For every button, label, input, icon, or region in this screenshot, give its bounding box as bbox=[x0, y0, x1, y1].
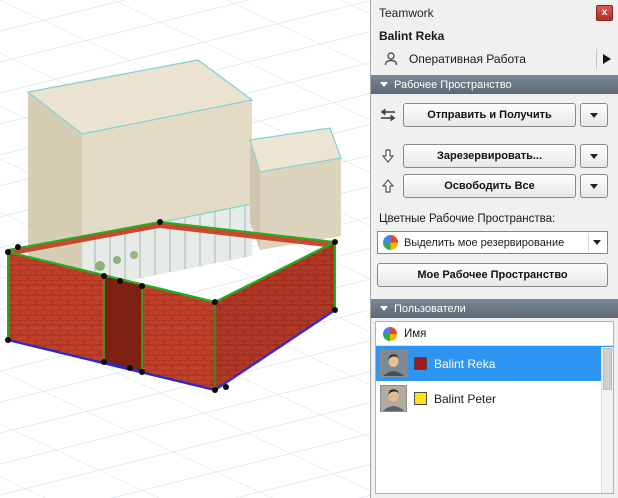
colored-workspaces-label: Цветные Рабочие Пространства: bbox=[379, 213, 556, 225]
send-receive-row: Отправить и Получить bbox=[371, 103, 618, 127]
highlight-reservation-select[interactable]: Выделить мое резервирование bbox=[377, 231, 608, 254]
person-icon bbox=[380, 49, 402, 69]
arrow-up-icon bbox=[377, 176, 399, 196]
users-scrollbar[interactable] bbox=[601, 347, 613, 493]
work-mode-label: Оперативная Работа bbox=[409, 52, 526, 66]
work-mode-row: Оперативная Работа bbox=[371, 45, 618, 75]
user-avatar bbox=[380, 350, 407, 377]
user-row-balint-reka[interactable]: Balint Reka bbox=[376, 346, 613, 381]
send-receive-dropdown[interactable] bbox=[580, 103, 608, 127]
user-color-chip bbox=[414, 392, 427, 405]
user-row-balint-peter[interactable]: Balint Peter bbox=[376, 381, 613, 416]
release-all-button[interactable]: Освободить Все bbox=[403, 174, 576, 198]
current-user-name: Balint Reka bbox=[379, 29, 445, 43]
highlight-reservation-value: Выделить мое резервирование bbox=[404, 236, 565, 249]
palette-titlebar[interactable]: Teamwork x bbox=[371, 0, 618, 26]
3d-viewport[interactable] bbox=[0, 0, 370, 498]
swap-arrows-icon bbox=[377, 105, 399, 125]
mode-flyout-button[interactable] bbox=[596, 49, 616, 69]
scrollbar-thumb[interactable] bbox=[603, 348, 612, 390]
close-button[interactable]: x bbox=[596, 5, 613, 21]
combo-arrow-button[interactable] bbox=[588, 233, 605, 252]
section-workspace-label: Рабочее Пространство bbox=[394, 78, 512, 91]
chevron-down-icon bbox=[590, 112, 598, 118]
arrow-right-icon bbox=[602, 54, 611, 64]
name-column-header: Имя bbox=[404, 327, 427, 340]
release-all-dropdown[interactable] bbox=[580, 174, 608, 198]
color-wheel-icon bbox=[383, 235, 398, 250]
users-table-header[interactable]: Имя bbox=[376, 322, 613, 346]
chevron-down-icon bbox=[380, 82, 388, 87]
user-color-chip bbox=[414, 357, 427, 370]
chevron-down-icon bbox=[590, 183, 598, 189]
arrow-down-icon bbox=[377, 146, 399, 166]
release-row: Освободить Все bbox=[371, 174, 618, 198]
application-window: Teamwork x Balint Reka Оперативная Работ… bbox=[0, 0, 618, 498]
my-workspace-button[interactable]: Мое Рабочее Пространство bbox=[377, 263, 608, 287]
reserve-button[interactable]: Зарезервировать... bbox=[403, 144, 576, 168]
section-users[interactable]: Пользователи bbox=[371, 299, 618, 318]
reserve-row: Зарезервировать... bbox=[371, 144, 618, 168]
color-wheel-icon bbox=[383, 326, 397, 341]
3d-scene bbox=[0, 0, 370, 498]
users-table: Имя Balint Reka Balint Peter bbox=[375, 321, 614, 494]
chevron-down-icon bbox=[590, 153, 598, 159]
user-name: Balint Reka bbox=[434, 356, 496, 371]
section-workspace[interactable]: Рабочее Пространство bbox=[371, 75, 618, 94]
close-icon: x bbox=[601, 7, 608, 18]
palette-title: Teamwork bbox=[379, 6, 434, 20]
section-users-label: Пользователи bbox=[394, 302, 466, 315]
user-name: Balint Peter bbox=[434, 391, 497, 406]
reserve-dropdown[interactable] bbox=[580, 144, 608, 168]
teamwork-palette: Teamwork x Balint Reka Оперативная Работ… bbox=[370, 0, 618, 498]
send-receive-button[interactable]: Отправить и Получить bbox=[403, 103, 576, 127]
chevron-down-icon bbox=[593, 240, 601, 245]
user-avatar bbox=[380, 385, 407, 412]
chevron-down-icon bbox=[380, 306, 388, 311]
